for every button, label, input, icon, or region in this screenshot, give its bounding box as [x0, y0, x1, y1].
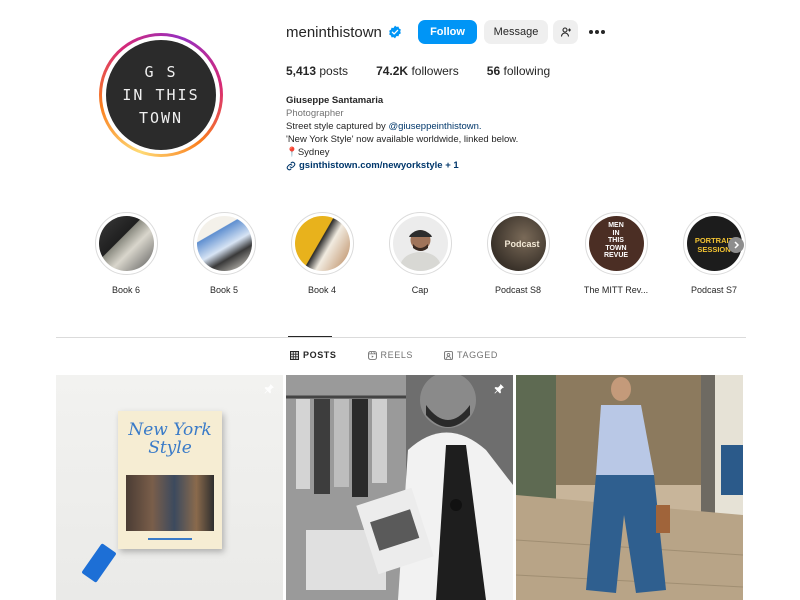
bio-line-2: 'New York Style' now available worldwide…: [286, 134, 519, 145]
avatar-line-3: TOWN: [138, 108, 184, 127]
follow-button[interactable]: Follow: [418, 20, 477, 44]
profile-avatar[interactable]: G S IN THIS TOWN: [99, 33, 223, 157]
username-row: meninthistown: [286, 20, 402, 44]
highlight-book-4[interactable]: Book 4: [282, 212, 362, 295]
revue-line-3: THIS: [608, 237, 624, 244]
stat-followers-label: followers: [411, 64, 459, 78]
bio-website-text: gsinthistown.com/newyorkstyle + 1: [299, 160, 459, 171]
highlight-cap[interactable]: Cap: [380, 212, 460, 295]
post-tile-1[interactable]: New York Style: [56, 375, 283, 600]
verified-badge-icon: [389, 25, 401, 39]
tab-tagged-label: TAGGED: [457, 350, 498, 360]
highlight-ring: Podcast: [486, 212, 550, 275]
bio-category: Photographer: [286, 108, 344, 119]
bio-line-1: Street style captured by @giuseppeinthis…: [286, 120, 586, 133]
stat-followers[interactable]: 74.2K followers: [376, 64, 459, 78]
book-cover-photo: [126, 475, 214, 531]
highlight-ring: [290, 212, 354, 275]
highlight-label: Book 5: [209, 285, 239, 295]
tabs-divider: [56, 337, 746, 338]
tab-reels[interactable]: REELS: [367, 350, 414, 360]
bio-website-link[interactable]: gsinthistown.com/newyorkstyle + 1: [286, 159, 586, 172]
revue-line-5: REVUE: [603, 252, 629, 259]
bio-mention-link[interactable]: @giuseppeinthistown.: [388, 121, 481, 132]
reels-icon: [367, 350, 377, 360]
bio-line-3: 📍Sydney: [286, 147, 330, 158]
bio-full-name: Giuseppe Santamaria: [286, 95, 384, 106]
pinned-post-icon: [264, 384, 274, 394]
stat-following-value: 56: [486, 64, 501, 78]
portrait-illustration: [400, 230, 440, 271]
avatar-logo: G S IN THIS TOWN: [106, 40, 216, 150]
more-options-button[interactable]: [586, 20, 608, 44]
highlight-mitt-revue[interactable]: MEN IN THIS TOWN REVUE The MITT Rev...: [576, 212, 656, 295]
tab-tagged[interactable]: TAGGED: [444, 350, 498, 360]
stat-posts: 5,413 posts: [286, 64, 348, 78]
highlight-ring: MEN IN THIS TOWN REVUE: [584, 212, 648, 275]
tab-posts[interactable]: POSTS: [290, 350, 337, 360]
suggested-accounts-button[interactable]: [553, 20, 578, 44]
revue-text: MEN IN THIS TOWN REVUE: [589, 222, 644, 260]
podcast-text: Podcast: [504, 239, 540, 249]
highlight-ring: [192, 212, 256, 275]
stat-posts-value: 5,413: [286, 64, 317, 78]
active-tab-indicator: [288, 336, 332, 337]
more-options-icon: [589, 30, 605, 34]
stat-posts-label: posts: [319, 64, 349, 78]
photo-street-style-woman: [516, 375, 743, 600]
portrait-cap-icon: [392, 216, 448, 271]
avatar-gap: G S IN THIS TOWN: [102, 36, 220, 154]
highlight-podcast-s7[interactable]: PORTRAIT SESSION Podcast S7: [674, 212, 754, 295]
post-tile-2[interactable]: [286, 375, 513, 600]
highlight-label: Podcast S7: [690, 285, 738, 295]
bio-line-1-text: Street style captured by: [286, 121, 389, 132]
book-cover-image: New York Style: [118, 411, 222, 549]
highlight-label: Book 6: [111, 285, 141, 295]
book-yellow-icon: [294, 216, 350, 271]
photo-man-holding-book: [286, 375, 513, 600]
add-person-icon: [560, 27, 571, 37]
highlight-ring: [388, 212, 452, 275]
link-icon: [286, 161, 296, 170]
highlight-label: The MITT Rev...: [583, 285, 649, 295]
avatar-line-2: IN THIS: [122, 85, 200, 104]
highlight-label: Cap: [411, 285, 429, 295]
profile-tabs: POSTS REELS TAGGED: [290, 350, 529, 360]
revue-line-4: TOWN: [605, 244, 627, 252]
book-stack-icon: [98, 216, 154, 271]
revue-line-1: MEN: [608, 222, 624, 229]
highlight-ring: [94, 212, 158, 275]
stat-following-label: following: [503, 64, 551, 78]
avatar-line-1: G S: [144, 62, 178, 81]
bookmark-ribbon: [81, 543, 117, 583]
username: meninthistown: [286, 23, 382, 41]
post-tile-3[interactable]: [516, 375, 743, 600]
profile-bio: Giuseppe Santamaria Photographer Street …: [286, 94, 586, 172]
profile-stats: 5,413 posts 74.2K followers 56 following: [286, 64, 578, 78]
stat-following[interactable]: 56 following: [487, 64, 550, 78]
highlight-label: Podcast S8: [494, 285, 542, 295]
chevron-right-icon: [733, 241, 739, 249]
book-title-line-2: Style: [148, 438, 192, 458]
tab-posts-label: POSTS: [303, 350, 337, 360]
revue-line-2: IN: [612, 229, 620, 237]
story-highlights: Book 6 Book 5 Book 4 Cap Podcast Podcast…: [86, 212, 746, 302]
message-button[interactable]: Message: [484, 20, 548, 44]
pinned-post-icon: [494, 384, 504, 394]
tagged-icon: [444, 350, 453, 360]
stat-followers-value: 74.2K: [376, 64, 409, 78]
book-author-strip: [148, 538, 192, 540]
book-title-line-1: New York: [128, 420, 212, 440]
highlight-book-6[interactable]: Book 6: [86, 212, 166, 295]
highlight-label: Book 4: [307, 285, 337, 295]
grid-icon: [290, 350, 299, 360]
highlight-podcast-s8[interactable]: Podcast Podcast S8: [478, 212, 558, 295]
microphone-icon: Podcast: [490, 216, 546, 271]
book-cover-blue-icon: [196, 216, 252, 271]
men-in-this-town-revue-icon: MEN IN THIS TOWN REVUE: [588, 216, 644, 271]
tab-reels-label: REELS: [380, 350, 414, 360]
highlight-book-5[interactable]: Book 5: [184, 212, 264, 295]
highlights-next-button[interactable]: [728, 237, 744, 253]
